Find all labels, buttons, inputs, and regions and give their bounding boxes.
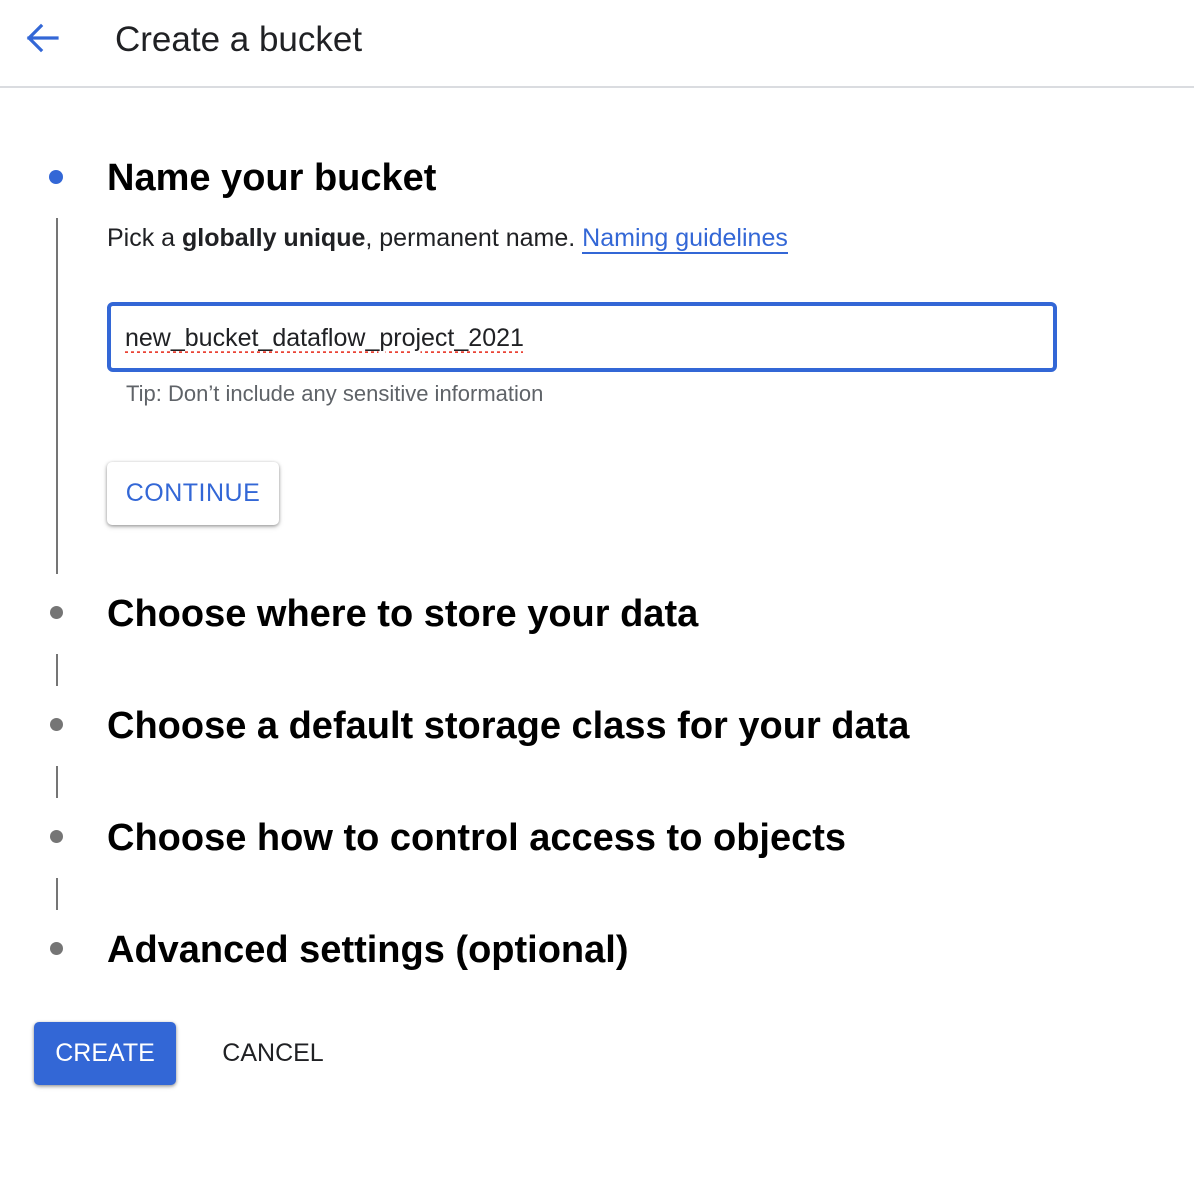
input-tip: Tip: Don’t include any sensitive informa… bbox=[126, 381, 544, 406]
step-title-location[interactable]: Choose where to store your data bbox=[107, 591, 698, 637]
step-title-storage-class[interactable]: Choose a default storage class for your … bbox=[107, 703, 909, 749]
back-button[interactable] bbox=[18, 18, 66, 62]
step-connector bbox=[56, 766, 58, 798]
description-text-suffix: , permanent name. bbox=[365, 224, 583, 252]
step-indicator-active bbox=[49, 170, 63, 184]
step-connector bbox=[56, 878, 58, 910]
step-indicator bbox=[50, 718, 63, 731]
step-connector bbox=[56, 654, 58, 686]
naming-guidelines-link[interactable]: Naming guidelines bbox=[582, 224, 788, 254]
description-bold-text: globally unique bbox=[182, 224, 366, 252]
step-title-name-bucket[interactable]: Name your bucket bbox=[107, 155, 436, 201]
step-title-advanced-settings[interactable]: Advanced settings (optional) bbox=[107, 927, 628, 973]
app-header: Create a bucket bbox=[0, 0, 1194, 88]
step-title-access-control[interactable]: Choose how to control access to objects bbox=[107, 815, 846, 861]
step-connector bbox=[56, 218, 58, 574]
description-text: Pick a bbox=[107, 224, 183, 252]
step-description: Pick a globally unique, permanent name. … bbox=[107, 222, 788, 254]
arrow-back-icon bbox=[25, 23, 59, 58]
continue-button[interactable]: CONTINUE bbox=[107, 462, 279, 525]
step-indicator bbox=[50, 606, 63, 619]
step-indicator bbox=[50, 830, 63, 843]
bucket-name-input[interactable] bbox=[125, 316, 1025, 360]
bucket-name-field[interactable] bbox=[107, 302, 1057, 372]
cancel-button[interactable]: CANCEL bbox=[200, 1022, 346, 1085]
step-indicator bbox=[50, 942, 63, 955]
page-title: Create a bucket bbox=[115, 20, 363, 59]
create-button[interactable]: CREATE bbox=[34, 1022, 176, 1085]
